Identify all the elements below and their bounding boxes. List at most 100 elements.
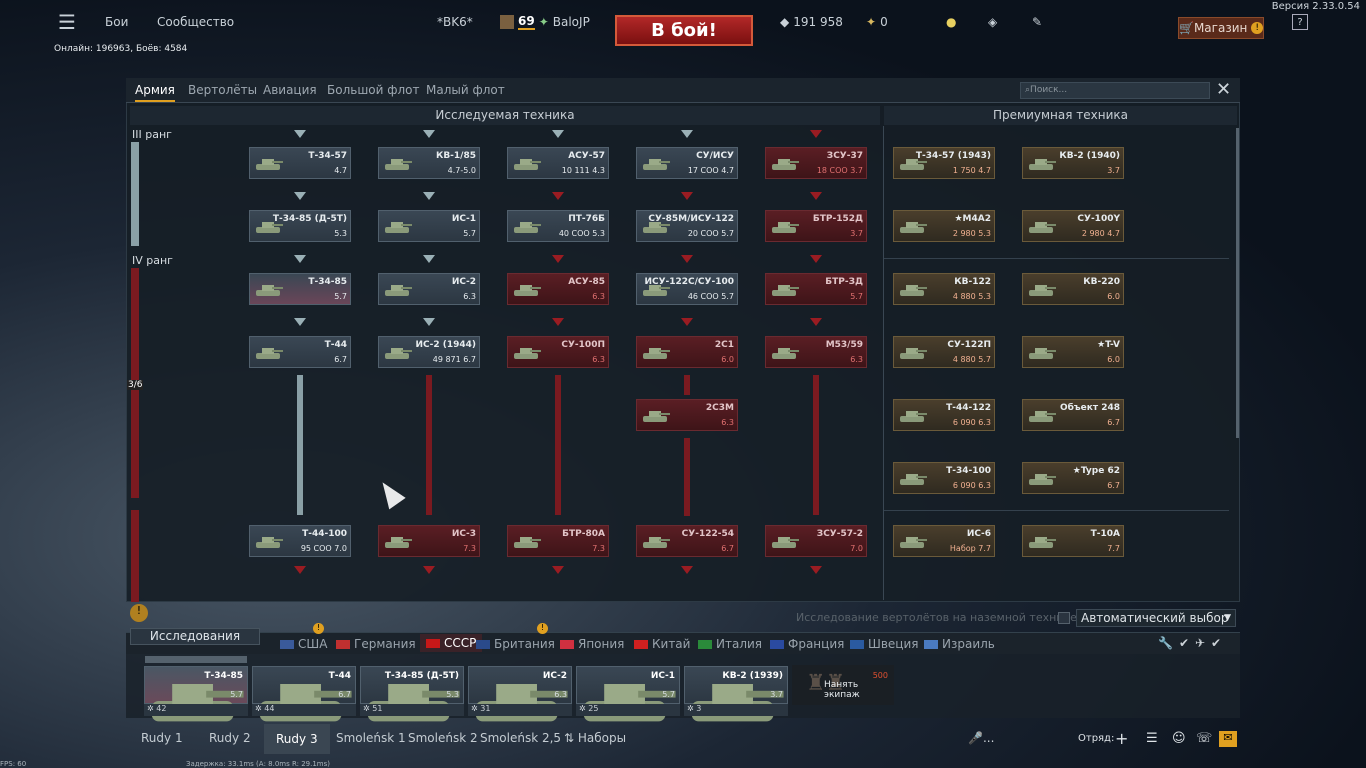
vehicle-card[interactable]: Т-34-85 5.7 (249, 273, 351, 305)
vehicle-card[interactable]: Т-34-100 6 090 6.3 (893, 462, 995, 494)
vehicle-card[interactable]: ★Type 62 6.7 (1022, 462, 1124, 494)
crew-slot[interactable]: Т-34-85 5.7 (144, 666, 248, 722)
preset-tab[interactable]: ⇅ Наборы (564, 731, 626, 745)
vehicle-card[interactable]: Т-34-85 (Д-5Т) 5.3 (249, 210, 351, 242)
list-icon[interactable]: ☰ (1146, 731, 1158, 746)
vehicle-card[interactable]: БТР-80А 7.3 (507, 525, 609, 557)
mail-icon[interactable]: ✉ (1219, 731, 1237, 747)
nation-tab[interactable]: США (280, 637, 327, 651)
battles-menu[interactable]: Бои (105, 0, 128, 44)
vehicle-card[interactable]: Т-34-57 4.7 (249, 147, 351, 179)
slot-vehicle-name: ИС-1 (650, 671, 675, 681)
bulb-icon[interactable]: ● (946, 0, 956, 44)
silver-balance[interactable]: ◆ 191 958 (780, 0, 843, 44)
nation-tab[interactable]: СССР (420, 634, 483, 652)
shop-button[interactable]: 🛒 Магазин! (1178, 17, 1264, 39)
vehicle-card[interactable]: 2С1 6.0 (636, 336, 738, 368)
tab-army[interactable]: Армия (135, 83, 175, 102)
vehicle-card[interactable]: 2С3М 6.3 (636, 399, 738, 431)
vehicle-card[interactable]: КВ-2 (1940) 3.7 (1022, 147, 1124, 179)
slot-br: 5.7 (662, 690, 675, 699)
vehicle-card[interactable]: ★T-V 6.0 (1022, 336, 1124, 368)
contacts-icon[interactable]: ☺ (1172, 731, 1186, 746)
crew-slot[interactable]: ИС-2 6.3 (468, 666, 572, 722)
help-icon[interactable]: ? (1292, 14, 1308, 30)
vehicle-card[interactable]: ИС-1 5.7 (378, 210, 480, 242)
preset-tab[interactable]: Rudy 2 (209, 731, 251, 745)
tank-icon (900, 285, 927, 296)
tab-coastal-fleet[interactable]: Малый флот (426, 83, 505, 97)
preset-tab[interactable]: Smoleńsk 2,5 (480, 731, 561, 745)
tab-aviation[interactable]: Авиация (263, 83, 317, 97)
nation-tab[interactable]: Британия (476, 637, 555, 651)
crew-slot[interactable]: ИС-1 5.7 (576, 666, 680, 722)
vehicle-name: ★T-V (1097, 340, 1120, 350)
crew-slot[interactable]: Т-44 6.7 (252, 666, 356, 722)
vehicle-card[interactable]: СУ-122П 4 880 5.7 (893, 336, 995, 368)
vehicle-card[interactable]: КВ-1/85 4.7-5.0 (378, 147, 480, 179)
vehicle-card[interactable]: КВ-220 6.0 (1022, 273, 1124, 305)
nation-tab[interactable]: Китай (634, 637, 690, 651)
decal-icon[interactable]: ◈ (988, 0, 997, 44)
vehicle-card[interactable]: СУ-122-54 6.7 (636, 525, 738, 557)
tab-bluewater-fleet[interactable]: Большой флот (327, 83, 420, 97)
add-squad-icon[interactable]: + (1115, 729, 1128, 748)
mic-control[interactable]: 🎤... (968, 731, 994, 745)
vehicle-card[interactable]: ЗСУ-57-2 7.0 (765, 525, 867, 557)
search-input[interactable]: ⌕Поиск... (1020, 82, 1210, 99)
crew-tools[interactable]: 🔧✔✈✔ (1158, 636, 1227, 650)
nation-tab[interactable]: Италия (698, 637, 762, 651)
vehicle-card[interactable]: АСУ-85 6.3 (507, 273, 609, 305)
community-menu[interactable]: Сообщество (157, 0, 234, 44)
vehicle-card[interactable]: СУ-100П 6.3 (507, 336, 609, 368)
vehicle-card[interactable]: БТР-152Д 3.7 (765, 210, 867, 242)
nation-tab[interactable]: Япония (560, 637, 624, 651)
vehicle-card[interactable]: ЗСУ-37 18 СОО 3.7 (765, 147, 867, 179)
scrollbar[interactable] (1236, 128, 1239, 438)
vehicle-card[interactable]: ИС-2 (1944) 49 871 6.7 (378, 336, 480, 368)
vehicle-card[interactable]: СУ-85М/ИСУ-122 20 СОО 5.7 (636, 210, 738, 242)
chat-icon[interactable]: ☏ (1196, 731, 1212, 746)
tab-helicopters[interactable]: Вертолёты (188, 83, 257, 97)
nation-tab[interactable]: Швеция (850, 637, 918, 651)
close-icon[interactable]: ✕ (1216, 81, 1231, 99)
rank-progress-count: 3/6 (127, 380, 144, 390)
vehicle-card[interactable]: БТР-ЗД 5.7 (765, 273, 867, 305)
vehicle-card[interactable]: ★М4А2 2 980 5.3 (893, 210, 995, 242)
vehicle-card[interactable]: ИСУ-122С/СУ-100 46 СОО 5.7 (636, 273, 738, 305)
hire-crew-button[interactable]: ♜♜ 500 Нанять экипаж (792, 665, 894, 705)
menu-icon[interactable]: ☰ (58, 0, 76, 44)
crew-level-value: 3 (696, 704, 702, 713)
crew-slot[interactable]: Т-34-85 (Д-5Т) 5.3 (360, 666, 464, 722)
preset-tab[interactable]: Rudy 3 (264, 724, 330, 754)
vehicle-card[interactable]: ПТ-76Б 40 СОО 5.3 (507, 210, 609, 242)
vehicle-card[interactable]: Т-44-100 95 СОО 7.0 (249, 525, 351, 557)
vehicle-card[interactable]: СУ/ИСУ 17 СОО 4.7 (636, 147, 738, 179)
vehicle-card[interactable]: ИС-3 7.3 (378, 525, 480, 557)
nation-tab[interactable]: Германия (336, 637, 416, 651)
coupon-icon[interactable]: ✎ (1032, 0, 1042, 44)
heli-research-checkbox[interactable] (1058, 612, 1070, 624)
vehicle-card[interactable]: Т-44-122 6 090 6.3 (893, 399, 995, 431)
nation-tab[interactable]: Израиль (924, 637, 995, 651)
auto-select-dropdown[interactable]: Автоматический выбор ▼ (1076, 609, 1236, 627)
vehicle-card[interactable]: АСУ-57 10 111 4.3 (507, 147, 609, 179)
nation-tab[interactable]: Франция (770, 637, 844, 651)
research-toggle-button[interactable]: Исследования (130, 628, 260, 645)
to-battle-button[interactable]: В бой! (615, 15, 753, 46)
vehicle-card[interactable]: Т-34-57 (1943) 1 750 4.7 (893, 147, 995, 179)
vehicle-card[interactable]: Т-10А 7.7 (1022, 525, 1124, 557)
crew-slot[interactable]: КВ-2 (1939) 3.7 (684, 666, 788, 722)
vehicle-card[interactable]: СУ-100Y 2 980 4.7 (1022, 210, 1124, 242)
vehicle-card[interactable]: Объект 248 6.7 (1022, 399, 1124, 431)
player-profile[interactable]: 69 ✦ BaloJP (500, 0, 590, 44)
vehicle-card[interactable]: ИС-2 6.3 (378, 273, 480, 305)
vehicle-card[interactable]: Т-44 6.7 (249, 336, 351, 368)
preset-tab[interactable]: Smoleńsk 2 (408, 731, 478, 745)
vehicle-card[interactable]: ИС-6 Набор 7.7 (893, 525, 995, 557)
gold-balance[interactable]: ✦ 0 (866, 0, 888, 44)
preset-tab[interactable]: Smoleńsk 1 (336, 731, 406, 745)
vehicle-card[interactable]: КВ-122 4 880 5.3 (893, 273, 995, 305)
preset-tab[interactable]: Rudy 1 (141, 731, 183, 745)
vehicle-card[interactable]: М53/59 6.3 (765, 336, 867, 368)
